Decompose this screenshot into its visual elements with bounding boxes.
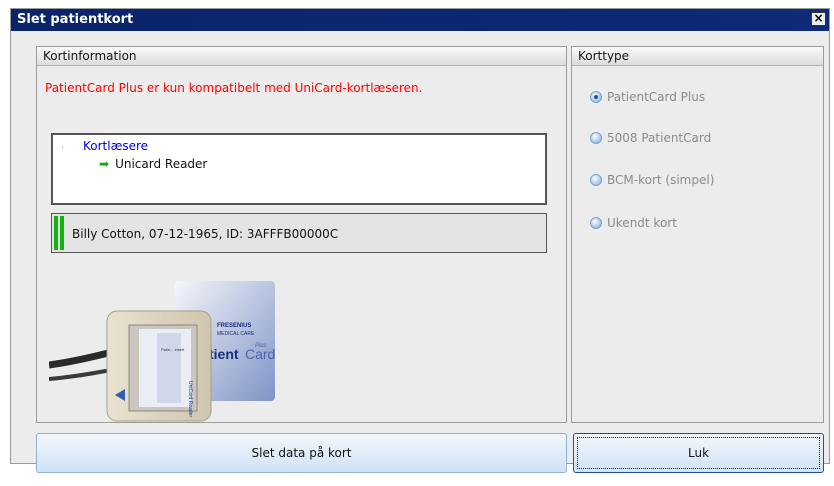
card-info-panel: Kortinformation PatientCard Plus er kun … — [36, 46, 567, 423]
card-type-panel: Korttype PatientCard Plus 5008 PatientCa… — [571, 46, 824, 423]
radio-label: 5008 PatientCard — [607, 131, 712, 145]
reader-name: Unicard Reader — [115, 157, 208, 171]
radio-bcm-card[interactable]: BCM-kort (simpel) — [590, 173, 714, 187]
radio-unchecked-icon — [590, 174, 602, 186]
delete-card-data-button[interactable]: Slet data på kort — [36, 433, 567, 473]
svg-text:Plus: Plus — [255, 343, 267, 349]
focus-rectangle — [577, 437, 820, 469]
close-button[interactable]: Luk — [573, 433, 824, 473]
card-info-header: Kortinformation — [37, 47, 566, 66]
close-icon[interactable]: × — [811, 12, 826, 26]
svg-text:UniCard Reader: UniCard Reader — [187, 381, 193, 417]
radio-unchecked-icon — [590, 217, 602, 229]
green-arrow-icon: ➡ — [99, 157, 110, 171]
svg-text:Patie... insert: Patie... insert — [161, 347, 185, 352]
radio-label: Ukendt kort — [607, 216, 677, 230]
svg-text:FRESENIUS: FRESENIUS — [217, 323, 251, 329]
radio-unchecked-icon — [590, 132, 602, 144]
patient-details: Billy Cotton, 07-12-1965, ID: 3AFFFB0000… — [72, 227, 339, 241]
title-bar: Slet patientkort × — [11, 9, 829, 31]
card-status-indicator — [54, 216, 64, 250]
patient-info-box: Billy Cotton, 07-12-1965, ID: 3AFFFB0000… — [51, 213, 547, 253]
svg-text:MEDICAL CARE: MEDICAL CARE — [217, 331, 255, 337]
svg-text:tient: tient — [209, 346, 239, 362]
tree-node-dot: · — [61, 143, 65, 154]
radio-checked-icon — [590, 91, 602, 103]
card-reader-image: FRESENIUS MEDICAL CARE tient Card Plus P… — [48, 269, 309, 429]
card-reader-list[interactable]: · Kortlæsere ➡ Unicard Reader — [51, 133, 547, 205]
radio-unknown-card[interactable]: Ukendt kort — [590, 216, 677, 230]
radio-label: BCM-kort (simpel) — [607, 173, 715, 187]
card-type-header: Korttype — [572, 47, 823, 66]
compatibility-message: PatientCard Plus er kun kompatibelt med … — [45, 81, 423, 95]
tree-item-card-readers[interactable]: Kortlæsere — [83, 139, 148, 153]
radio-patientcard-plus[interactable]: PatientCard Plus — [590, 90, 705, 104]
radio-5008-patientcard[interactable]: 5008 PatientCard — [590, 131, 711, 145]
tree-item-unicard-reader[interactable]: ➡ Unicard Reader — [99, 157, 207, 171]
dialog-title: Slet patientkort — [17, 12, 134, 27]
delete-patient-card-dialog: Slet patientkort × Kortinformation Patie… — [10, 8, 830, 473]
radio-label: PatientCard Plus — [607, 90, 706, 104]
